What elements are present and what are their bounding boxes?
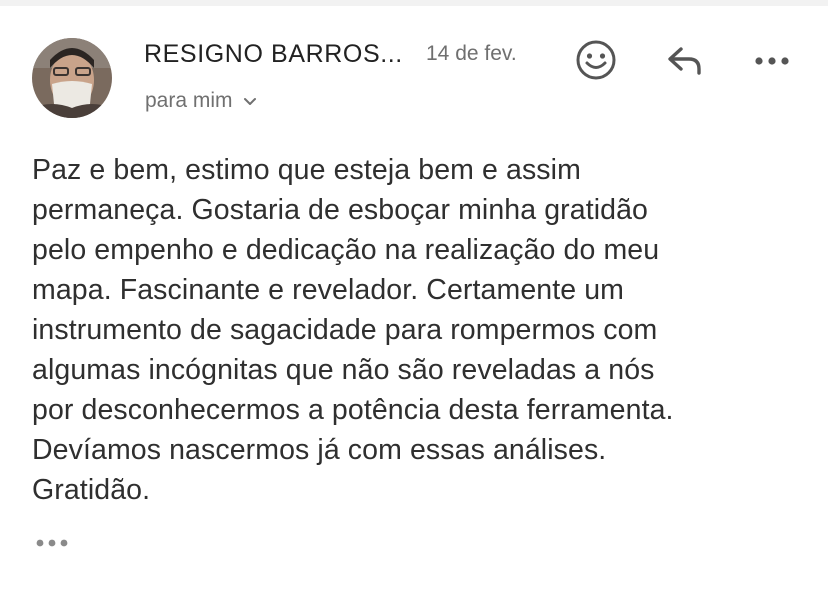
message-date: 14 de fev.: [426, 42, 517, 65]
avatar-photo: [32, 38, 112, 118]
chevron-down-icon: [243, 89, 257, 113]
reply-button[interactable]: [658, 36, 710, 88]
message-line: Gratidão.: [32, 474, 151, 506]
show-trimmed-content-icon: [34, 535, 70, 553]
recipient-toggle[interactable]: para mim: [145, 89, 257, 113]
message-line: Paz e bem, estimo que esteja bem e assim: [32, 154, 581, 186]
sender-name[interactable]: RESIGNO BARROS...: [144, 40, 403, 69]
message-line: instrumento de sagacidade para rompermos…: [32, 314, 658, 346]
message-line: permaneça. Gostaria de esboçar minha gra…: [32, 194, 649, 226]
top-divider: [0, 0, 828, 6]
message-line: Devíamos nascermos já com essas análises…: [32, 434, 607, 466]
show-trimmed-content-button[interactable]: [30, 532, 74, 556]
message-line: por desconhecermos a potência desta ferr…: [32, 394, 674, 426]
email-message-view: RESIGNO BARROS... 14 de fev. para mim Pa…: [0, 0, 828, 605]
message-line: algumas incógnitas que não são reveladas…: [32, 354, 655, 386]
emoji-reaction-icon: [574, 38, 618, 87]
emoji-reaction-button[interactable]: [570, 36, 622, 88]
reply-icon: [663, 43, 705, 82]
message-body: Paz e bem, estimo que esteja bem e assim…: [32, 150, 802, 510]
more-options-icon: [754, 53, 790, 71]
message-line: mapa. Fascinante e revelador. Certamente…: [32, 274, 625, 306]
recipient-label: para mim: [145, 89, 233, 112]
more-options-button[interactable]: [746, 36, 798, 88]
sender-avatar[interactable]: [32, 38, 112, 118]
message-line: pelo empenho e dedicação na realização d…: [32, 234, 660, 266]
